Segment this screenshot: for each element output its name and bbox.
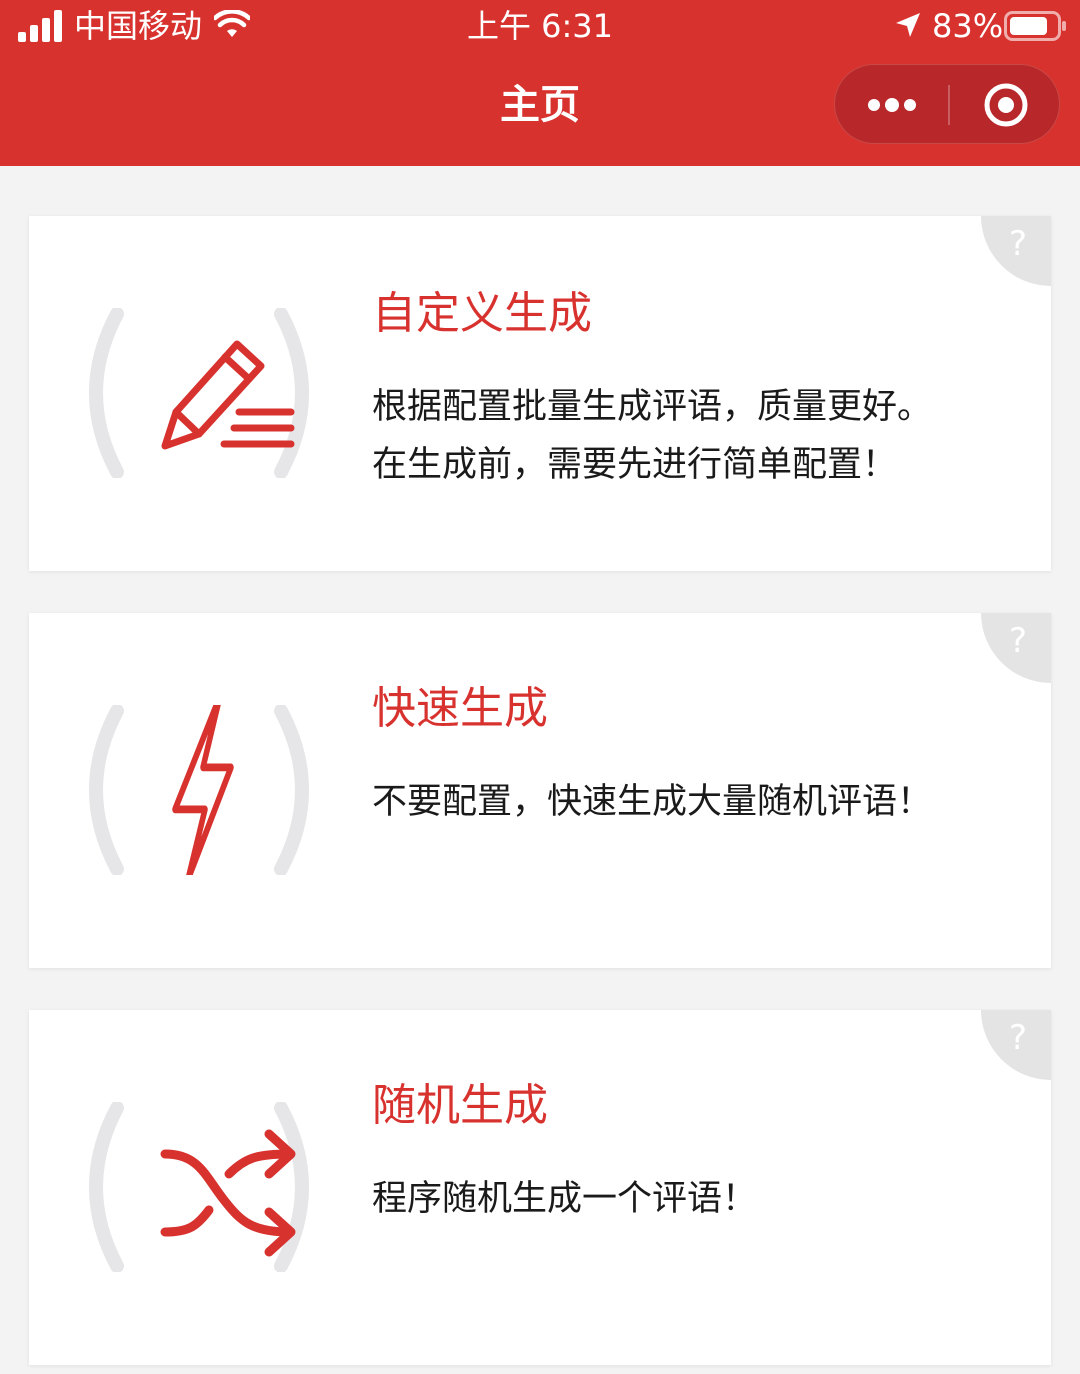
desc-line: 不要配置，快速生成大量随机评语！ bbox=[372, 782, 933, 822]
desc-line: 在生成前，需要先进行简单配置！ bbox=[372, 445, 898, 485]
help-button[interactable]: ? bbox=[981, 613, 1051, 683]
header: 中国移动 上午 6:31 83% 主页 bbox=[0, 0, 1080, 166]
close-button[interactable] bbox=[950, 65, 1061, 145]
help-icon: ? bbox=[1009, 621, 1028, 661]
help-button[interactable]: ? bbox=[981, 216, 1051, 286]
status-bar: 中国移动 上午 6:31 83% bbox=[0, 0, 1080, 56]
battery-icon bbox=[1004, 11, 1066, 41]
pencil-edit-icon bbox=[89, 308, 309, 478]
card-description: 根据配置批量生成评语，质量更好。 在生成前，需要先进行简单配置！ bbox=[372, 378, 1032, 494]
card-random-generate[interactable]: ? 随机生成 程序随机生成一个评语！ bbox=[29, 1010, 1051, 1365]
desc-line: 根据配置批量生成评语，质量更好。 bbox=[372, 387, 933, 427]
help-icon: ? bbox=[1009, 224, 1028, 264]
card-custom-generate[interactable]: ? 自定义生成 根据配置批量生成评语，质量更好。 在生成前，需要先进行简单配置！ bbox=[29, 216, 1051, 571]
help-button[interactable]: ? bbox=[981, 1010, 1051, 1080]
card-description: 不要配置，快速生成大量随机评语！ bbox=[372, 773, 1032, 831]
desc-line: 程序随机生成一个评语！ bbox=[372, 1179, 758, 1219]
more-dots-icon bbox=[867, 98, 916, 112]
target-close-icon bbox=[984, 83, 1027, 127]
card-quick-generate[interactable]: ? 快速生成 不要配置，快速生成大量随机评语！ bbox=[29, 613, 1051, 968]
app: 中国移动 上午 6:31 83% 主页 ? 自定义生成 根据配置批量生成评语，质… bbox=[0, 0, 1080, 1374]
card-title: 随机生成 bbox=[372, 1080, 548, 1131]
lightning-icon bbox=[89, 705, 309, 875]
shuffle-icon bbox=[89, 1102, 309, 1272]
battery-percent: 83% bbox=[932, 7, 1004, 45]
card-title: 自定义生成 bbox=[372, 288, 592, 339]
help-icon: ? bbox=[1009, 1018, 1028, 1058]
location-arrow-icon bbox=[896, 13, 920, 37]
card-title: 快速生成 bbox=[372, 683, 548, 734]
mini-program-capsule bbox=[834, 64, 1060, 144]
more-button[interactable] bbox=[835, 65, 948, 145]
card-description: 程序随机生成一个评语！ bbox=[372, 1170, 1032, 1228]
